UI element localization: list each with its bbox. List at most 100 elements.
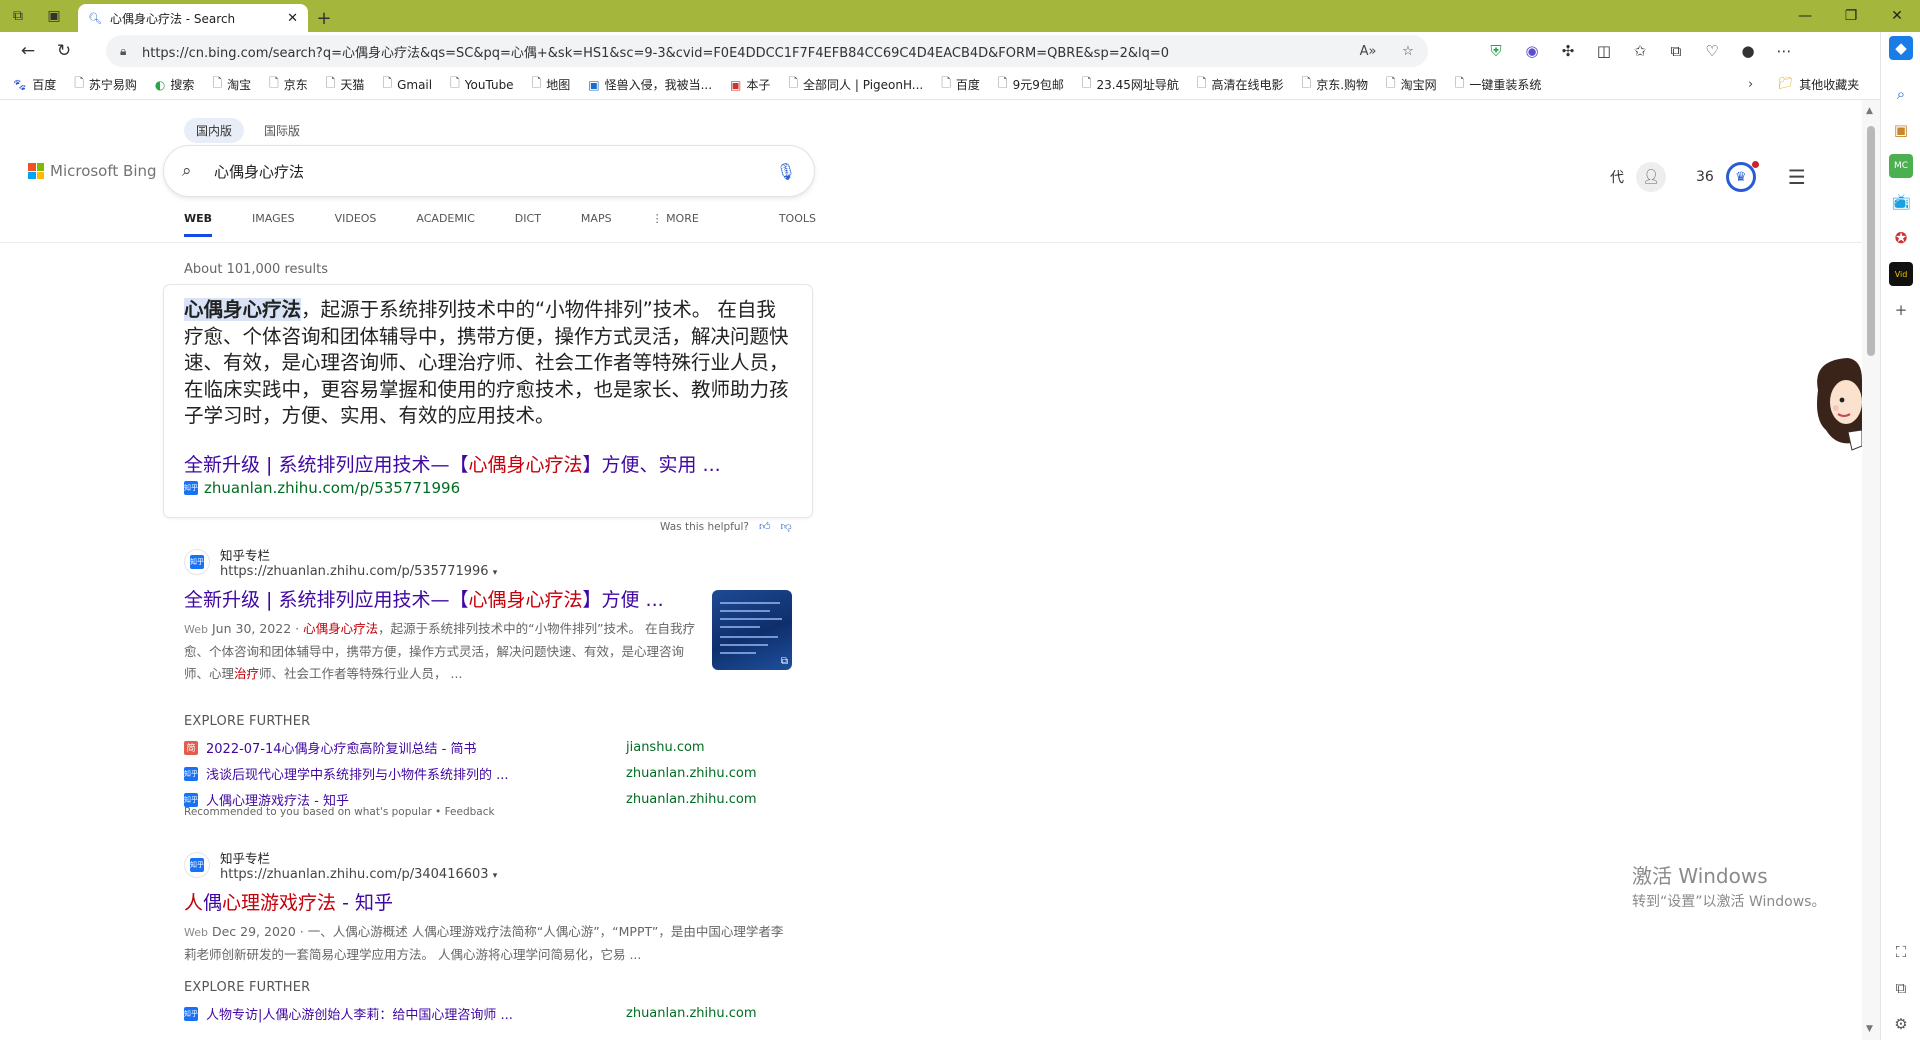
search-box[interactable]: ⌕ 心偶身心疗法 🎙︎ bbox=[164, 146, 814, 196]
user-name[interactable]: 代 bbox=[1610, 167, 1624, 187]
bookmark-item[interactable]: ◐ 搜索 bbox=[155, 76, 195, 93]
bookmark-label: YouTube bbox=[464, 77, 514, 92]
bookmark-item[interactable]: ▣ 怪兽入侵，我被当... bbox=[588, 76, 712, 93]
back-icon[interactable]: ← bbox=[10, 35, 46, 67]
profile-avatar-icon[interactable]: ● bbox=[1730, 35, 1766, 67]
avatar[interactable]: 👤︎ bbox=[1636, 162, 1666, 192]
extension-icon[interactable]: ◉ bbox=[1514, 35, 1550, 67]
region-tab-cn[interactable]: 国内版 bbox=[184, 118, 245, 143]
bookmark-item[interactable]: 🗋 苏宁易购 bbox=[74, 74, 137, 95]
refresh-icon[interactable]: ↻ bbox=[46, 35, 82, 67]
result-title[interactable]: 人偶心理游戏疗法 - 知乎 bbox=[184, 888, 804, 915]
bookmark-item[interactable]: 🗋 京东.购物 bbox=[1302, 74, 1368, 95]
scroll-up-icon[interactable]: ▲ bbox=[1866, 106, 1873, 116]
answer-source[interactable]: 知乎 zhuanlan.zhihu.com/p/535771996 bbox=[184, 479, 792, 497]
tab-dict[interactable]: DICT bbox=[515, 212, 541, 237]
explore-further-label: EXPLORE FURTHER bbox=[184, 980, 311, 995]
minecraft-icon[interactable]: MC bbox=[1889, 154, 1913, 178]
shield-extension-icon[interactable]: ⛨ bbox=[1478, 35, 1514, 67]
lock-icon[interactable]: 🔒︎ bbox=[120, 44, 142, 59]
more-menu-icon[interactable]: ⋯ bbox=[1766, 35, 1802, 67]
thumbs-up-icon[interactable]: 👍︎ bbox=[759, 520, 771, 533]
region-tab-intl[interactable]: 国际版 bbox=[252, 118, 312, 143]
result-title[interactable]: 全新升级 | 系统排列应用技术—【心偶身心疗法】方便 ... bbox=[184, 585, 804, 612]
tab-academic[interactable]: ACADEMIC bbox=[416, 212, 474, 237]
mercedes-icon[interactable]: ✪ bbox=[1889, 226, 1913, 250]
external-link-icon[interactable]: ⧉ bbox=[1889, 976, 1913, 1000]
vertical-scrollbar[interactable]: ▲ ▼ bbox=[1862, 100, 1880, 1040]
copilot-icon[interactable]: ◆ bbox=[1889, 36, 1913, 60]
mascot-character-icon[interactable] bbox=[1808, 350, 1862, 460]
result-url[interactable]: https://zhuanlan.zhihu.com/p/535771996 ▾ bbox=[220, 564, 497, 579]
bookmark-item[interactable]: ▣ 本子 bbox=[730, 76, 770, 93]
answer-link[interactable]: 全新升级 | 系统排列应用技术—【心偶身心疗法】方便、实用 ... bbox=[184, 450, 792, 477]
tab-videos[interactable]: VIDEOS bbox=[335, 212, 377, 237]
answer-link-post: 】方便、实用 ... bbox=[582, 453, 721, 476]
bookmark-item[interactable]: 🗋 YouTube bbox=[450, 74, 513, 95]
bookmark-item[interactable]: 🐾︎ 百度 bbox=[12, 76, 56, 93]
tab-web[interactable]: WEB bbox=[184, 212, 213, 237]
search-icon[interactable]: ⌕ bbox=[1889, 82, 1913, 106]
favorites-icon[interactable]: ✩ bbox=[1622, 35, 1658, 67]
result-thumbnail[interactable]: ⧉ bbox=[712, 590, 792, 670]
chevron-right-icon[interactable]: › bbox=[1748, 77, 1753, 92]
bookmark-item[interactable]: 🗋 天猫 bbox=[326, 74, 365, 95]
bookmark-item[interactable]: 🗋 百度 bbox=[941, 74, 980, 95]
split-screen-icon[interactable]: ◫ bbox=[1586, 35, 1622, 67]
bookmark-item[interactable]: 🗋 全部同人 | PigeonH... bbox=[788, 74, 923, 95]
explore-item[interactable]: 知乎 人物专访|人偶心游创始人李莉：给中国心理咨询师 ... zhuanlan.zh… bbox=[184, 1004, 757, 1023]
bing-logo[interactable]: Microsoft Bing bbox=[28, 162, 157, 180]
browser-tab[interactable]: 🔍︎ 心偶身心疗法 - Search ✕ bbox=[78, 4, 308, 32]
bookmark-item[interactable]: 🗋 Gmail bbox=[382, 74, 432, 95]
explore-item[interactable]: 知乎 浅谈后现代心理学中系统排列与小物件系统排列的 ... zhuanlan.zhi… bbox=[184, 764, 757, 783]
rewards-points[interactable]: 36 bbox=[1696, 169, 1714, 185]
gear-icon[interactable]: ⚙ bbox=[1889, 1012, 1913, 1036]
search-icon[interactable]: ⌕ bbox=[182, 161, 214, 181]
caret-down-icon[interactable]: ▾ bbox=[493, 871, 498, 881]
tab-images[interactable]: IMAGES bbox=[252, 212, 295, 237]
collections-icon[interactable]: ⧉ bbox=[1658, 35, 1694, 67]
add-icon[interactable]: + bbox=[1889, 298, 1913, 322]
tab-more[interactable]: ⋮ MORE bbox=[652, 212, 739, 237]
bookmark-item[interactable]: 🗋 淘宝网 bbox=[1386, 74, 1437, 95]
recommended-note[interactable]: Recommended to you based on what's popul… bbox=[184, 806, 495, 818]
microphone-icon[interactable]: 🎙︎ bbox=[776, 162, 796, 181]
expand-image-icon[interactable]: ⧉ bbox=[781, 656, 788, 667]
close-tab-icon[interactable]: ✕ bbox=[287, 11, 298, 26]
performance-icon[interactable]: ♡ bbox=[1694, 35, 1730, 67]
bookmark-item[interactable]: 🗋 高清在线电影 bbox=[1197, 74, 1284, 95]
tab-maps[interactable]: MAPS bbox=[581, 212, 612, 237]
bookmark-item[interactable]: 🗋 京东 bbox=[269, 74, 308, 95]
url-text[interactable]: https://cn.bing.com/search?q=心偶身心疗法&qs=S… bbox=[142, 42, 1348, 61]
bookmark-item[interactable]: 🗋 一键重装系统 bbox=[1455, 74, 1542, 95]
package-icon[interactable]: ▣ bbox=[1889, 118, 1913, 142]
scroll-down-icon[interactable]: ▼ bbox=[1866, 1024, 1873, 1034]
scroll-thumb[interactable] bbox=[1867, 126, 1875, 356]
restore-icon[interactable]: ❐ bbox=[1828, 0, 1874, 32]
search-input[interactable]: 心偶身心疗法 bbox=[214, 161, 776, 182]
bilibili-icon[interactable]: 📺︎ bbox=[1889, 190, 1913, 214]
workspaces-icon[interactable]: ⧉ bbox=[0, 0, 36, 32]
address-bar[interactable]: 🔒︎ https://cn.bing.com/search?q=心偶身心疗法&q… bbox=[106, 35, 1428, 67]
rewards-medal-icon[interactable]: ♛ bbox=[1725, 161, 1759, 192]
minimize-icon[interactable]: — bbox=[1782, 0, 1828, 32]
tab-actions-icon[interactable]: ▣ bbox=[36, 0, 72, 32]
close-window-icon[interactable]: ✕ bbox=[1874, 0, 1920, 32]
extensions-puzzle-icon[interactable]: ✣ bbox=[1550, 35, 1586, 67]
other-favorites[interactable]: 📁︎ 其他收藏夹 bbox=[1778, 76, 1859, 93]
tab-tools[interactable]: TOOLS bbox=[779, 212, 816, 237]
caret-down-icon[interactable]: ▾ bbox=[493, 568, 498, 578]
screenshot-icon[interactable]: ⛶ bbox=[1889, 940, 1913, 964]
bookmark-item[interactable]: 🗋 淘宝 bbox=[212, 74, 251, 95]
thumbs-down-icon[interactable]: 👎︎ bbox=[781, 520, 792, 533]
bookmark-item[interactable]: 🗋 地图 bbox=[532, 74, 571, 95]
favorite-star-icon[interactable]: ☆ bbox=[1388, 44, 1428, 59]
bookmark-item[interactable]: 🗋 23.45网址导航 bbox=[1082, 74, 1179, 95]
hamburger-menu-icon[interactable]: ☰ bbox=[1788, 165, 1806, 189]
video-app-icon[interactable]: Vid bbox=[1889, 262, 1913, 286]
read-aloud-icon[interactable]: A» bbox=[1348, 44, 1388, 59]
explore-item[interactable]: 简 2022-07-14心偶身心疗愈高阶复训总结 - 简书 jianshu.com bbox=[184, 738, 705, 757]
bookmark-item[interactable]: 🗋 9元9包邮 bbox=[998, 74, 1064, 95]
result-url[interactable]: https://zhuanlan.zhihu.com/p/340416603 ▾ bbox=[220, 867, 497, 882]
new-tab-button[interactable]: + bbox=[308, 4, 340, 32]
